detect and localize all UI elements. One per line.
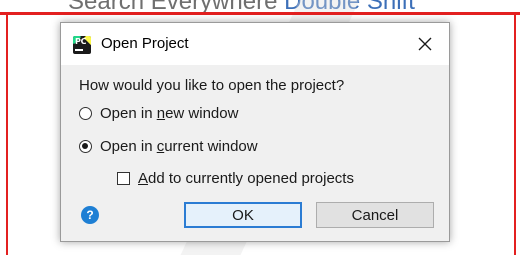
help-button[interactable]: ? [81, 206, 99, 224]
radio-button-current-window[interactable] [79, 139, 92, 153]
dialog-question: How would you like to open the project? [79, 77, 345, 94]
highlight-border-right [514, 14, 516, 255]
close-button[interactable] [409, 29, 441, 59]
radio-label-current-window: Open in current window [100, 137, 258, 155]
ok-button[interactable]: OK [184, 202, 302, 228]
pycharm-icon: PC [73, 36, 91, 54]
checkbox-label: Add to currently opened projects [138, 169, 354, 187]
highlight-border-left [6, 14, 8, 255]
cancel-button[interactable]: Cancel [316, 202, 434, 228]
checkbox-box[interactable] [117, 171, 130, 185]
dialog-titlebar: PC Open Project [61, 23, 449, 65]
screenshot-stage: Search Everywhere Double Shift PC Open P… [0, 0, 520, 255]
help-icon: ? [86, 208, 94, 222]
radio-label-new-window: Open in new window [100, 104, 239, 122]
radio-button-new-window[interactable] [79, 106, 92, 120]
radio-open-current-window[interactable]: Open in current window [79, 136, 258, 156]
radio-open-new-window[interactable]: Open in new window [79, 103, 238, 123]
close-icon [418, 37, 432, 51]
dialog-title: Open Project [101, 35, 189, 52]
highlight-border-top [0, 12, 520, 15]
open-project-dialog: PC Open Project How would you like to op… [60, 22, 450, 242]
checkbox-add-to-opened-projects[interactable]: Add to currently opened projects [117, 168, 354, 188]
